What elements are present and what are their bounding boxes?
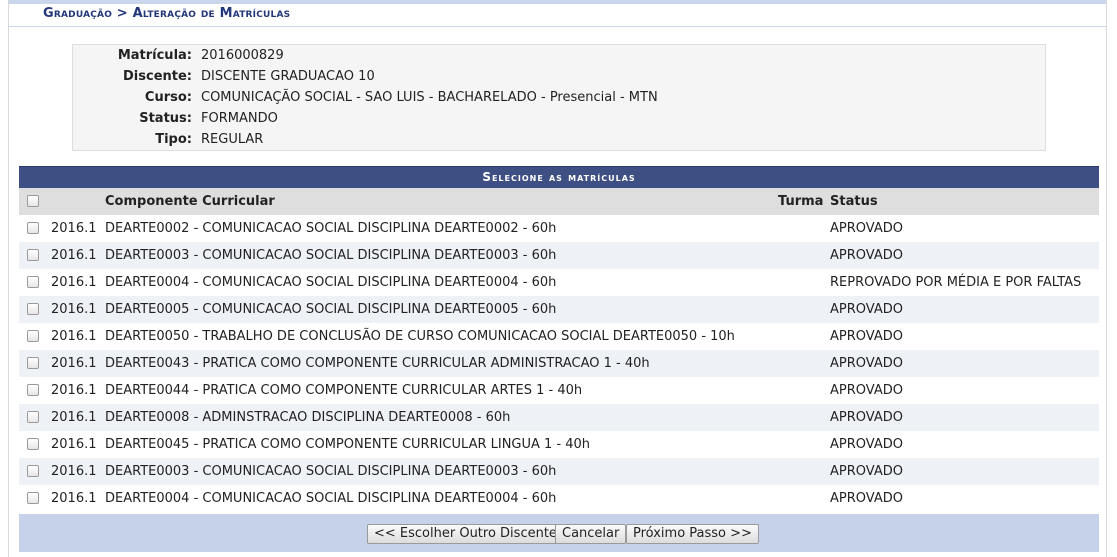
row-status: APROVADO [830, 248, 903, 263]
row-period: 2016.1 [51, 356, 97, 371]
table-row: 2016.1 DEARTE0004 - COMUNICACAO SOCIAL DI… [19, 485, 1099, 512]
next-step-button[interactable]: Próximo Passo >> [626, 524, 759, 544]
row-checkbox[interactable] [27, 465, 39, 477]
column-header-componente: Componente Curricular [105, 194, 275, 209]
row-component: DEARTE0050 - TRABALHO DE CONCLUSÃO DE CU… [105, 329, 735, 344]
cancel-button[interactable]: Cancelar [555, 524, 627, 544]
breadcrumb-separator: > [116, 6, 128, 21]
page-title: Alteração de Matrículas [132, 6, 291, 21]
row-period: 2016.1 [51, 491, 97, 506]
row-component: DEARTE0004 - COMUNICACAO SOCIAL DISCIPLI… [105, 275, 557, 290]
matricula-value: 2016000829 [201, 48, 284, 63]
row-checkbox[interactable] [27, 411, 39, 423]
row-period: 2016.1 [51, 437, 97, 452]
row-checkbox[interactable] [27, 357, 39, 369]
row-status: APROVADO [830, 302, 903, 317]
table-row: 2016.1 DEARTE0044 - PRATICA COMO COMPONEN… [19, 377, 1099, 404]
curso-label: Curso: [144, 90, 192, 105]
row-checkbox[interactable] [27, 438, 39, 450]
enrollments-table: Componente Curricular Turma Status 2016.… [19, 188, 1099, 512]
row-component: DEARTE0044 - PRATICA COMO COMPONENTE CUR… [105, 383, 583, 398]
row-component: DEARTE0003 - COMUNICACAO SOCIAL DISCIPLI… [105, 248, 557, 263]
row-status: APROVADO [830, 221, 903, 236]
info-row-discente: Discente: DISCENTE GRADUACAO 10 [73, 66, 1045, 87]
status-value: FORMANDO [201, 111, 278, 126]
table-row: 2016.1 DEARTE0003 - COMUNICACAO SOCIAL DI… [19, 242, 1099, 269]
table-row: 2016.1 DEARTE0005 - COMUNICACAO SOCIAL DI… [19, 296, 1099, 323]
table-row: 2016.1 DEARTE0002 - COMUNICACAO SOCIAL DI… [19, 215, 1099, 242]
row-status: APROVADO [830, 491, 903, 506]
table-body: 2016.1 DEARTE0002 - COMUNICACAO SOCIAL DI… [19, 215, 1099, 512]
table-row: 2016.1 DEARTE0008 - ADMINSTRACAO DISCIPLI… [19, 404, 1099, 431]
row-component: DEARTE0003 - COMUNICACAO SOCIAL DISCIPLI… [105, 464, 557, 479]
row-period: 2016.1 [51, 302, 97, 317]
row-checkbox[interactable] [27, 249, 39, 261]
discente-value: DISCENTE GRADUACAO 10 [201, 69, 375, 84]
breadcrumb: Graduação > Alteração de Matrículas [43, 6, 290, 26]
info-row-tipo: Tipo: REGULAR [73, 129, 1045, 150]
row-component: DEARTE0045 - PRATICA COMO COMPONENTE CUR… [105, 437, 591, 452]
status-label: Status: [139, 111, 192, 126]
row-status: APROVADO [830, 464, 903, 479]
table-section-header: Selecione as matrículas [19, 166, 1099, 188]
discente-label: Discente: [123, 69, 192, 84]
top-bar [9, 0, 1106, 4]
tipo-label: Tipo: [155, 132, 192, 147]
row-status: APROVADO [830, 329, 903, 344]
table-header-row: Componente Curricular Turma Status [19, 188, 1099, 215]
curso-value: COMUNICAÇÃO SOCIAL - SAO LUIS - BACHAREL… [201, 90, 658, 105]
row-period: 2016.1 [51, 383, 97, 398]
row-period: 2016.1 [51, 248, 97, 263]
student-info-panel: Matrícula: 2016000829 Discente: DISCENTE… [72, 44, 1046, 151]
table-row: 2016.1 DEARTE0050 - TRABALHO DE CONCLUSÃO… [19, 323, 1099, 350]
info-row-curso: Curso: COMUNICAÇÃO SOCIAL - SAO LUIS - B… [73, 87, 1045, 108]
matricula-label: Matrícula: [117, 48, 192, 63]
row-component: DEARTE0008 - ADMINSTRACAO DISCIPLINA DEA… [105, 410, 511, 425]
row-checkbox[interactable] [27, 276, 39, 288]
row-checkbox[interactable] [27, 222, 39, 234]
row-period: 2016.1 [51, 464, 97, 479]
row-component: DEARTE0002 - COMUNICACAO SOCIAL DISCIPLI… [105, 221, 557, 236]
row-checkbox[interactable] [27, 303, 39, 315]
row-period: 2016.1 [51, 410, 97, 425]
table-row: 2016.1 DEARTE0003 - COMUNICACAO SOCIAL DI… [19, 458, 1099, 485]
column-header-status: Status [830, 194, 878, 209]
row-status: APROVADO [830, 356, 903, 371]
info-row-matricula: Matrícula: 2016000829 [73, 45, 1045, 66]
row-period: 2016.1 [51, 275, 97, 290]
row-checkbox[interactable] [27, 384, 39, 396]
page: Graduação > Alteração de Matrículas Matr… [8, 0, 1107, 557]
row-status: APROVADO [830, 383, 903, 398]
table-row: 2016.1 DEARTE0045 - PRATICA COMO COMPONEN… [19, 431, 1099, 458]
action-bar: << Escolher Outro Discente Cancelar Próx… [19, 514, 1099, 552]
choose-other-student-button[interactable]: << Escolher Outro Discente [367, 524, 564, 544]
breadcrumb-divider [9, 26, 1106, 27]
tipo-value: REGULAR [201, 132, 264, 147]
table-row: 2016.1 DEARTE0004 - COMUNICACAO SOCIAL DI… [19, 269, 1099, 296]
row-checkbox[interactable] [27, 492, 39, 504]
table-row: 2016.1 DEARTE0043 - PRATICA COMO COMPONEN… [19, 350, 1099, 377]
row-period: 2016.1 [51, 329, 97, 344]
row-status: APROVADO [830, 437, 903, 452]
row-component: DEARTE0004 - COMUNICACAO SOCIAL DISCIPLI… [105, 491, 557, 506]
column-header-turma: Turma [778, 194, 824, 209]
info-row-status: Status: FORMANDO [73, 108, 1045, 129]
select-all-checkbox[interactable] [27, 195, 39, 207]
row-component: DEARTE0043 - PRATICA COMO COMPONENTE CUR… [105, 356, 650, 371]
row-checkbox[interactable] [27, 330, 39, 342]
row-status: REPROVADO POR MÉDIA E POR FALTAS [830, 275, 1082, 290]
breadcrumb-section: Graduação [43, 6, 113, 21]
row-period: 2016.1 [51, 221, 97, 236]
row-status: APROVADO [830, 410, 903, 425]
row-component: DEARTE0005 - COMUNICACAO SOCIAL DISCIPLI… [105, 302, 557, 317]
